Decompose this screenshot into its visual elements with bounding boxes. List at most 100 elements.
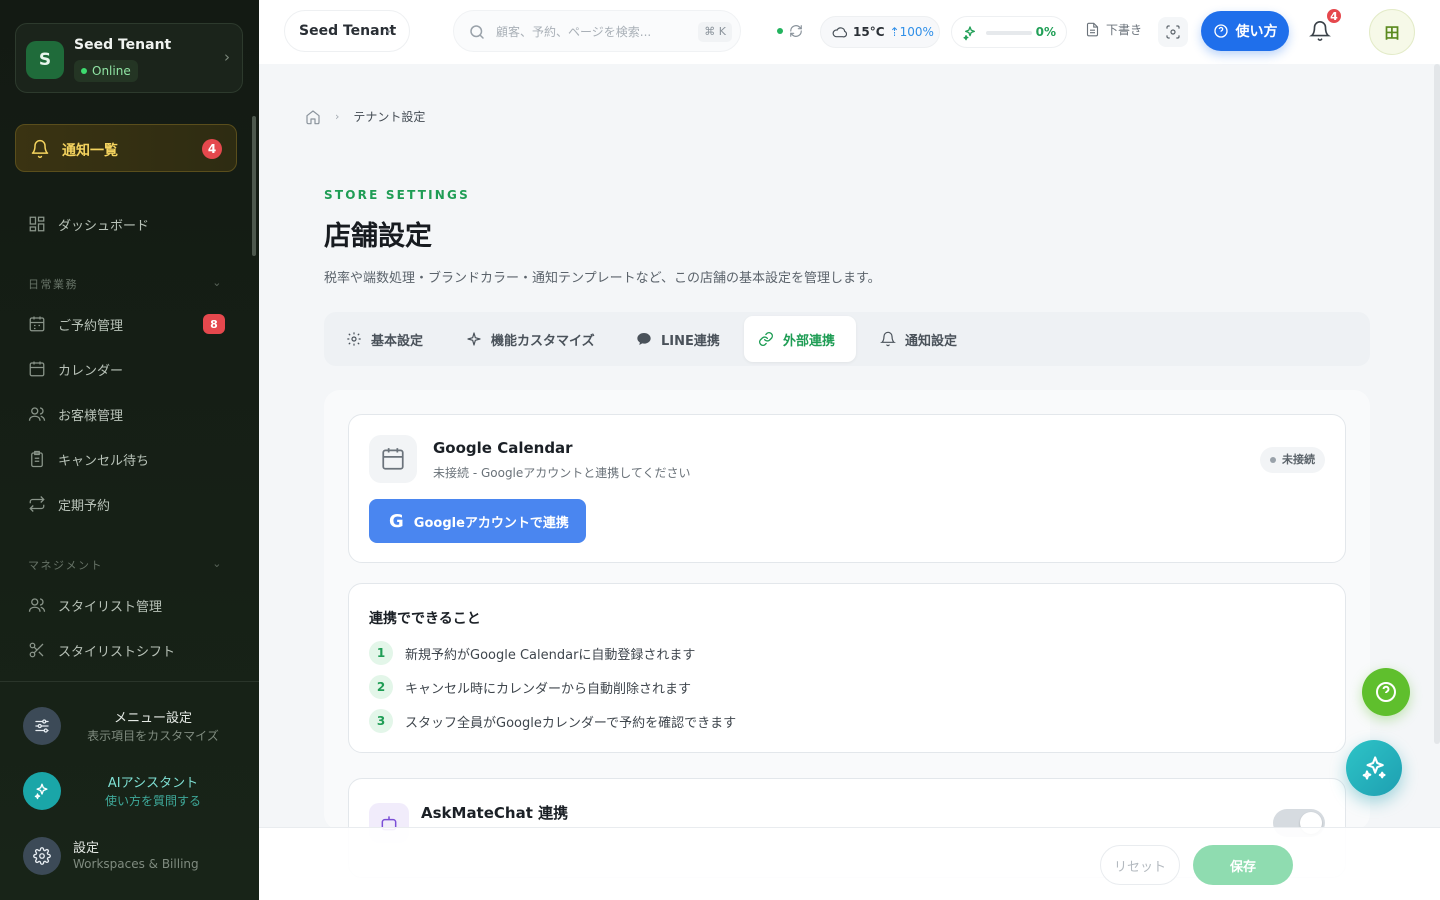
help-button[interactable]: 使い方	[1201, 11, 1289, 51]
section-label-text: マネジメント	[28, 559, 103, 572]
settings-title: 設定	[73, 841, 100, 856]
online-dot	[777, 28, 783, 34]
sidebar-divider	[0, 681, 259, 682]
scan-button[interactable]	[1158, 17, 1188, 47]
progress-track	[986, 31, 1032, 35]
menu-settings-button[interactable]: メニュー設定 表示項目をカスタマイズ	[23, 705, 238, 749]
tab-label: 基本設定	[371, 333, 424, 349]
apps-grid-button[interactable]: 田	[1369, 9, 1415, 55]
sidebar-item-dashboard[interactable]: ダッシュボード	[28, 212, 233, 236]
sparkle-icon	[467, 332, 481, 346]
chevron-down-icon: ⌄	[212, 276, 223, 289]
drafts-label: 下書き	[1106, 23, 1143, 37]
bell-icon	[880, 331, 896, 347]
weather-widget[interactable]: 15°C ⇡100%	[820, 16, 940, 48]
tab-label: LINE連携	[661, 333, 720, 349]
sidebar-item-label: ダッシュボード	[58, 218, 150, 234]
weather-temp: 15°C	[853, 25, 885, 39]
list-item: 3 スタッフ全員がGoogleカレンダーで予約を確認できます	[369, 708, 736, 734]
reset-button[interactable]: リセット	[1100, 845, 1180, 885]
ai-assistant-subtitle: 使い方を質問する	[104, 794, 201, 808]
sidebar-item-stylists[interactable]: スタイリスト管理	[28, 593, 233, 617]
floating-ai-button[interactable]	[1346, 740, 1402, 796]
section-label-management[interactable]: マネジメント ⌄	[28, 557, 223, 573]
sync-status[interactable]	[777, 21, 807, 41]
section-label-daily[interactable]: 日常業務 ⌄	[28, 276, 223, 292]
tab-label: 外部連携	[783, 333, 836, 349]
section-label-text: 日常業務	[28, 278, 78, 291]
tenant-avatar: S	[26, 41, 64, 79]
question-circle-icon	[1213, 24, 1228, 38]
ai-usage-progress[interactable]: 0%	[951, 16, 1067, 48]
users-icon	[28, 598, 46, 612]
bell-count-badge: 4	[1325, 7, 1343, 25]
refresh-icon	[790, 25, 802, 37]
sidebar-item-label: お客様管理	[58, 408, 124, 424]
page-description: 税率や端数処理・ブランドカラー・通知テンプレートなど、この店舗の基本設定を管理し…	[324, 271, 881, 286]
global-search[interactable]: ⌘ K	[453, 10, 741, 52]
tenant-switcher[interactable]: S Seed Tenant Online ›	[15, 23, 243, 93]
askmate-title: AskMateChat 連携	[421, 804, 569, 822]
search-shortcut-hint: ⌘ K	[698, 22, 732, 42]
sidebar-item-label: スタイリスト管理	[58, 599, 163, 615]
sparkles-icon	[1362, 756, 1386, 780]
integration-features-card: 連携でできること 1 新規予約がGoogle Calendarに自動登録されます…	[348, 583, 1346, 753]
connection-status-badge: 未接続	[1260, 447, 1325, 473]
form-action-bar: リセット 保存	[259, 827, 1440, 900]
chevron-down-icon: ⌄	[383, 23, 393, 36]
tab-basic-settings[interactable]: 基本設定	[332, 316, 437, 362]
sidebar-item-customers[interactable]: お客様管理	[28, 402, 233, 426]
sidebar-item-label: カレンダー	[58, 363, 124, 379]
sidebar-item-label: キャンセル待ち	[58, 453, 150, 469]
tab-line[interactable]: LINE連携	[622, 316, 734, 362]
sidebar-item-recurring[interactable]: 定期予約	[28, 492, 233, 516]
google-icon: G	[389, 510, 404, 532]
notifications-count-badge: 4	[202, 139, 222, 159]
reservations-count-badge: 8	[203, 314, 225, 334]
connect-google-label: Googleアカウントで連携	[413, 515, 569, 531]
sidebar-item-calendar[interactable]: カレンダー	[28, 357, 233, 381]
feature-number: 1	[369, 641, 393, 665]
tab-notification-settings[interactable]: 通知設定	[866, 316, 971, 362]
tab-external-integrations[interactable]: 外部連携	[744, 316, 856, 362]
breadcrumb-separator: ›	[335, 110, 340, 123]
chevron-right-icon: ›	[224, 48, 230, 66]
tab-label: 通知設定	[905, 333, 958, 349]
users-icon	[28, 407, 46, 421]
progress-value: 0%	[1035, 25, 1056, 39]
sidebar-item-label: 定期予約	[58, 498, 111, 514]
calendar-icon	[29, 361, 45, 377]
home-icon[interactable]	[305, 109, 321, 125]
sidebar-item-stylist-shifts[interactable]: スタイリストシフト	[28, 638, 233, 662]
tenant-select[interactable]: Seed Tenant ⌄	[284, 10, 410, 52]
tab-feature-customize[interactable]: 機能カスタマイズ	[452, 316, 609, 362]
ai-assistant-button[interactable]: AIアシスタント 使い方を質問する	[23, 770, 238, 814]
clipboard-icon	[31, 450, 43, 468]
weather-humidity-value: 100%	[899, 25, 934, 39]
floating-help-button[interactable]	[1362, 668, 1410, 716]
gear-icon	[347, 332, 361, 346]
calendar-icon	[369, 435, 417, 483]
sliders-icon	[23, 707, 61, 745]
grid-icon: 田	[1384, 23, 1400, 42]
settings-tabs: 基本設定 機能カスタマイズ LINE連携 外部連携 通知設定	[324, 312, 1370, 366]
scan-icon	[1166, 25, 1180, 39]
feature-text: 新規予約がGoogle Calendarに自動登録されます	[405, 647, 696, 663]
settings-button[interactable]: 設定 Workspaces & Billing	[23, 835, 238, 879]
sidebar-item-label: ご予約管理	[58, 318, 124, 334]
tenant-name: Seed Tenant	[74, 37, 172, 53]
bell-icon[interactable]	[1309, 20, 1331, 42]
sidebar-item-waitlist[interactable]: キャンセル待ち	[28, 447, 233, 471]
search-input[interactable]	[496, 21, 686, 43]
document-icon	[1086, 22, 1099, 37]
notifications-button[interactable]: 通知一覧 4	[15, 124, 237, 172]
main-scrollbar[interactable]	[1434, 64, 1440, 744]
connect-google-button[interactable]: G Googleアカウントで連携	[369, 499, 586, 543]
sidebar-scrollbar[interactable]	[252, 116, 256, 256]
sidebar-item-reservations[interactable]: ご予約管理 8	[28, 312, 233, 336]
weather-humidity: ⇡100%	[889, 25, 934, 39]
feature-number: 2	[369, 675, 393, 699]
drafts-button[interactable]: 下書き	[1085, 21, 1142, 38]
tenant-status-badge: Online	[74, 60, 138, 82]
save-button[interactable]: 保存	[1193, 845, 1293, 885]
